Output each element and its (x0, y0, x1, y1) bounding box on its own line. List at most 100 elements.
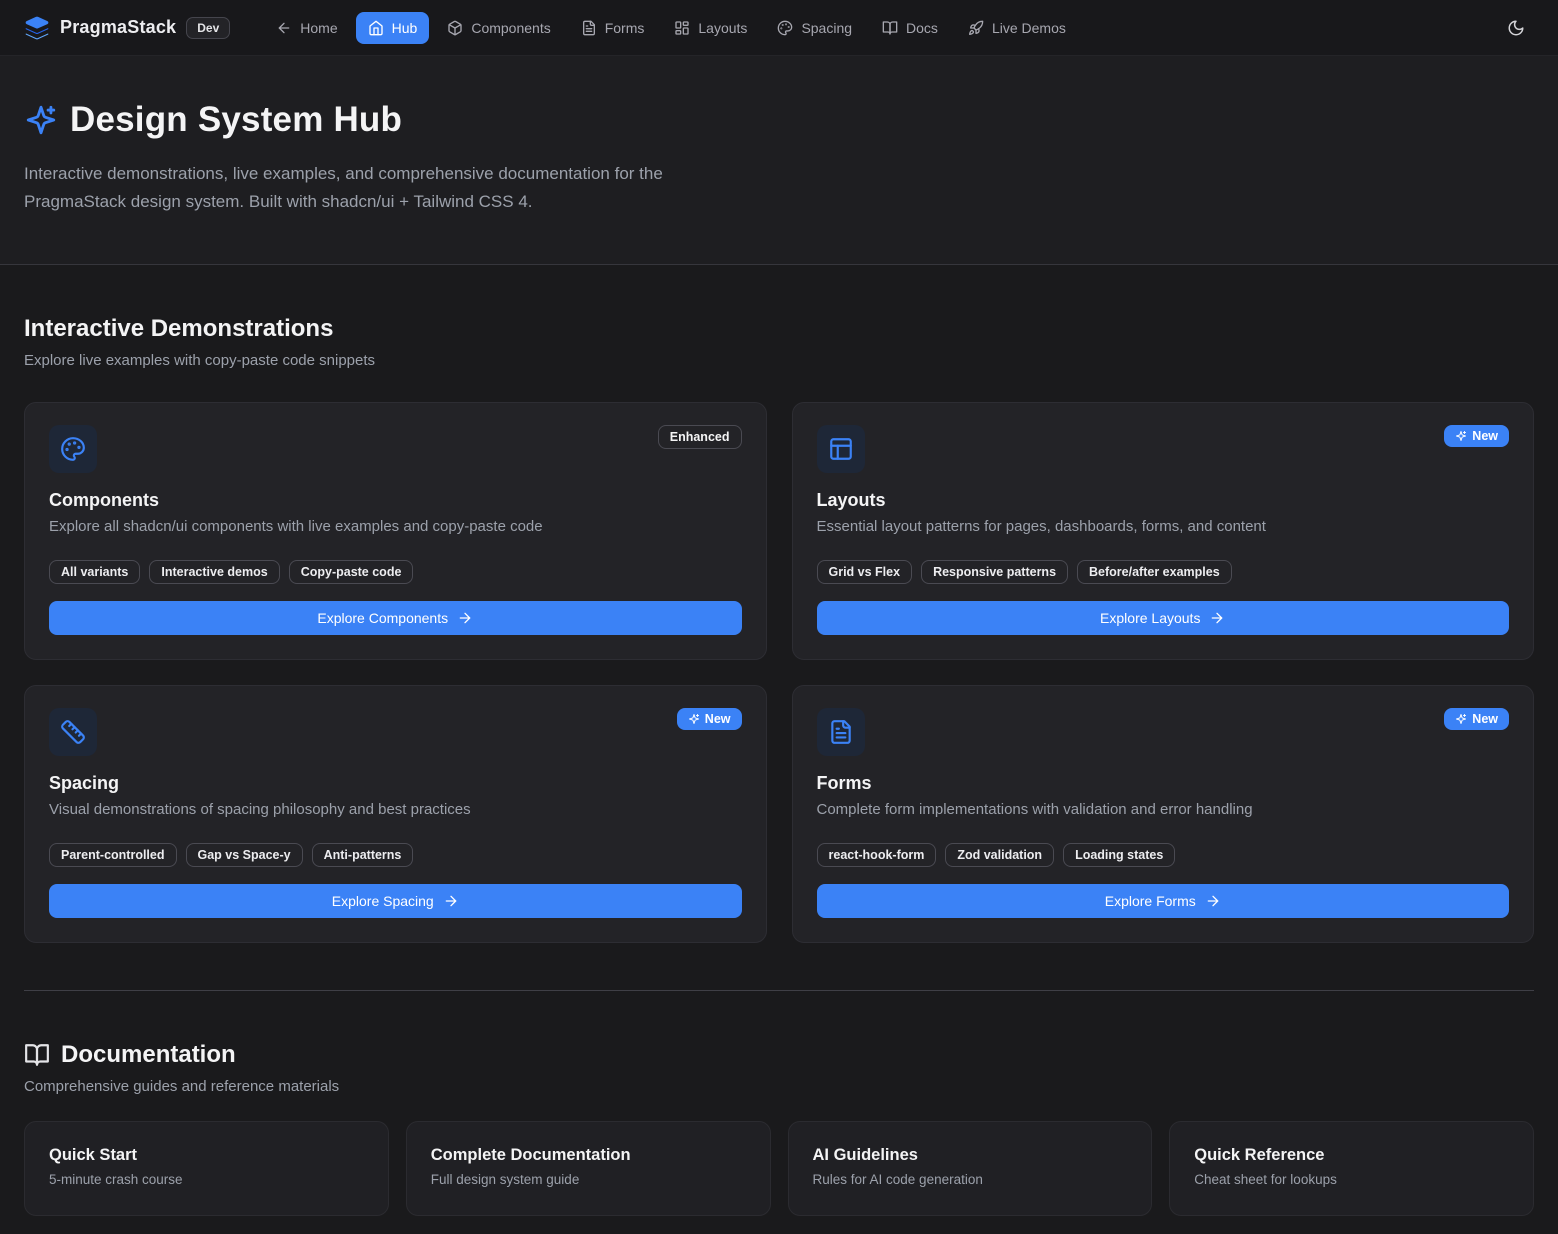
tag: Anti-patterns (312, 843, 414, 867)
palette-icon (777, 20, 793, 36)
explore-components-button[interactable]: Explore Components (49, 601, 742, 635)
card-description: Explore all shadcn/ui components with li… (49, 518, 742, 535)
new-badge: New (677, 708, 742, 730)
tag: Copy-paste code (289, 560, 414, 584)
card-layouts: New Layouts Essential layout patterns fo… (792, 402, 1535, 660)
nav-item-forms[interactable]: Forms (569, 12, 657, 44)
tag-row: All variants Interactive demos Copy-past… (49, 560, 742, 584)
tag-row: react-hook-form Zod validation Loading s… (817, 843, 1510, 867)
doc-cards-grid: Quick Start 5-minute crash course Comple… (24, 1121, 1534, 1216)
arrow-right-icon (1205, 893, 1221, 909)
nav-item-label: Home (300, 20, 337, 36)
main-content: Interactive Demonstrations Explore live … (0, 265, 1558, 1234)
page-description: Interactive demonstrations, live example… (24, 160, 769, 216)
card-title: Spacing (49, 773, 742, 794)
ruler-icon (49, 708, 97, 756)
new-badge: New (1444, 425, 1509, 447)
tag-row: Parent-controlled Gap vs Space-y Anti-pa… (49, 843, 742, 867)
sparkles-icon (1455, 430, 1467, 442)
tag: Interactive demos (149, 560, 279, 584)
nav-item-label: Hub (392, 20, 418, 36)
tag: Parent-controlled (49, 843, 177, 867)
top-navbar: PragmaStack Dev Home Hub Components Form… (0, 0, 1558, 56)
book-open-icon (882, 20, 898, 36)
demos-section-header: Interactive Demonstrations Explore live … (24, 265, 1534, 369)
card-title: Components (49, 490, 742, 511)
hero-section: Design System Hub Interactive demonstrat… (0, 56, 1558, 265)
sparkles-icon (1455, 713, 1467, 725)
card-description: Essential layout patterns for pages, das… (817, 518, 1510, 535)
page-title: Design System Hub (70, 100, 402, 140)
nav-item-hub[interactable]: Hub (356, 12, 430, 44)
docs-section-header: Documentation Comprehensive guides and r… (24, 991, 1534, 1095)
card-title: Layouts (817, 490, 1510, 511)
rocket-icon (968, 20, 984, 36)
brand: PragmaStack Dev (24, 15, 230, 41)
enhanced-badge: Enhanced (658, 425, 742, 449)
doc-card-quick-reference[interactable]: Quick Reference Cheat sheet for lookups (1169, 1121, 1534, 1216)
tag: Zod validation (945, 843, 1054, 867)
doc-card-title: Complete Documentation (431, 1146, 746, 1165)
docs-subheading: Comprehensive guides and reference mater… (24, 1078, 1534, 1095)
doc-card-ai-guidelines[interactable]: AI Guidelines Rules for AI code generati… (788, 1121, 1153, 1216)
theme-toggle-button[interactable] (1498, 10, 1534, 46)
nav-menu: Home Hub Components Forms Layouts Spacin… (264, 12, 1078, 44)
doc-card-subtitle: Cheat sheet for lookups (1194, 1172, 1509, 1187)
badge-label: New (1472, 712, 1498, 726)
arrow-right-icon (1209, 610, 1225, 626)
tag-row: Grid vs Flex Responsive patterns Before/… (817, 560, 1510, 584)
badge-label: New (705, 712, 731, 726)
nav-item-components[interactable]: Components (435, 12, 562, 44)
nav-item-spacing[interactable]: Spacing (765, 12, 864, 44)
nav-item-label: Docs (906, 20, 938, 36)
doc-card-quick-start[interactable]: Quick Start 5-minute crash course (24, 1121, 389, 1216)
explore-spacing-button[interactable]: Explore Spacing (49, 884, 742, 918)
nav-item-label: Live Demos (992, 20, 1066, 36)
doc-card-subtitle: Rules for AI code generation (813, 1172, 1128, 1187)
tag: Grid vs Flex (817, 560, 913, 584)
layout-dashboard-icon (674, 20, 690, 36)
cta-label: Explore Components (317, 610, 448, 626)
explore-forms-button[interactable]: Explore Forms (817, 884, 1510, 918)
demo-cards-grid: Enhanced Components Explore all shadcn/u… (24, 402, 1534, 943)
layout-panel-icon (817, 425, 865, 473)
nav-item-layouts[interactable]: Layouts (662, 12, 759, 44)
explore-layouts-button[interactable]: Explore Layouts (817, 601, 1510, 635)
card-title: Forms (817, 773, 1510, 794)
tag: react-hook-form (817, 843, 937, 867)
doc-card-complete-documentation[interactable]: Complete Documentation Full design syste… (406, 1121, 771, 1216)
tag: Gap vs Space-y (186, 843, 303, 867)
cta-label: Explore Forms (1105, 893, 1196, 909)
nav-item-home[interactable]: Home (264, 12, 349, 44)
demos-heading: Interactive Demonstrations (24, 315, 1534, 343)
new-badge: New (1444, 708, 1509, 730)
card-description: Complete form implementations with valid… (817, 801, 1510, 818)
nav-item-live-demos[interactable]: Live Demos (956, 12, 1078, 44)
nav-item-label: Spacing (801, 20, 852, 36)
docs-heading: Documentation (61, 1041, 236, 1069)
card-description: Visual demonstrations of spacing philoso… (49, 801, 742, 818)
nav-item-label: Layouts (698, 20, 747, 36)
cta-label: Explore Spacing (332, 893, 434, 909)
cta-label: Explore Layouts (1100, 610, 1200, 626)
nav-right (1498, 10, 1534, 46)
card-spacing: New Spacing Visual demonstrations of spa… (24, 685, 767, 943)
dev-badge: Dev (186, 17, 230, 39)
sparkles-icon (24, 103, 58, 137)
doc-card-title: Quick Start (49, 1146, 364, 1165)
nav-item-docs[interactable]: Docs (870, 12, 950, 44)
tag: Responsive patterns (921, 560, 1068, 584)
file-text-icon (817, 708, 865, 756)
tag: All variants (49, 560, 140, 584)
doc-card-subtitle: Full design system guide (431, 1172, 746, 1187)
arrow-left-icon (276, 20, 292, 36)
doc-card-title: AI Guidelines (813, 1146, 1128, 1165)
arrow-right-icon (443, 893, 459, 909)
moon-icon (1507, 19, 1525, 37)
arrow-right-icon (457, 610, 473, 626)
nav-item-label: Forms (605, 20, 645, 36)
package-icon (447, 20, 463, 36)
tag: Loading states (1063, 843, 1175, 867)
badge-label: New (1472, 429, 1498, 443)
demos-subheading: Explore live examples with copy-paste co… (24, 352, 1534, 369)
